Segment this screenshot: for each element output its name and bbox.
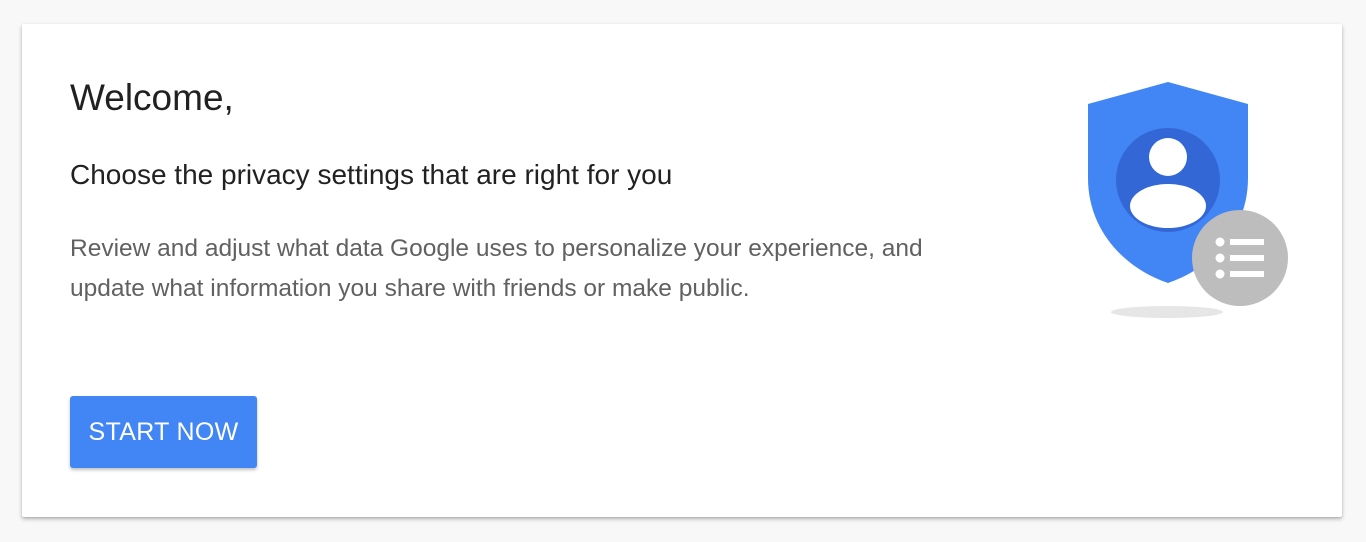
start-now-button[interactable]: START NOW xyxy=(70,396,257,468)
privacy-illustration xyxy=(1084,80,1304,330)
page-description: Review and adjust what data Google uses … xyxy=(70,235,923,302)
shadow-ellipse xyxy=(1111,306,1223,318)
person-icon xyxy=(1116,128,1220,232)
privacy-welcome-card: Welcome, Choose the privacy settings tha… xyxy=(22,24,1342,517)
list-icon xyxy=(1192,210,1288,306)
page-subtitle: Choose the privacy settings that are rig… xyxy=(70,159,673,190)
privacy-illustration-svg xyxy=(1088,82,1288,318)
page-title: Welcome, xyxy=(70,77,234,118)
